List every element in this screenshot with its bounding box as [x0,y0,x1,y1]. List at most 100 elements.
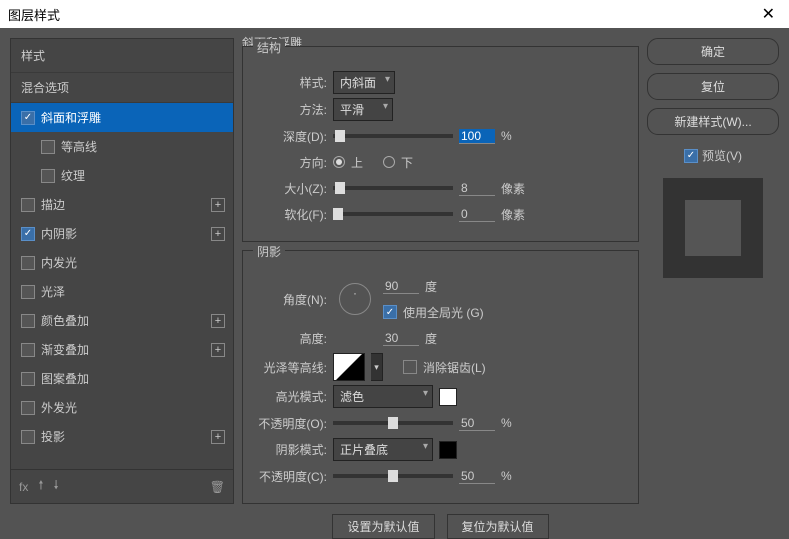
shadow-opacity-input[interactable]: 50 [459,469,495,484]
size-input[interactable]: 8 [459,181,495,196]
shadow-color-swatch[interactable] [439,441,457,459]
slider-thumb-icon[interactable] [335,130,345,142]
checkbox-icon[interactable] [21,198,35,212]
style-outer-glow[interactable]: 外发光 [11,393,233,422]
style-contour[interactable]: 等高线 [11,132,233,161]
main-panel: 斜面和浮雕 结构 样式: 内斜面 方法: 平滑 深度(D): 100 % [242,38,779,504]
styles-sidebar: 样式 混合选项 ✓ 斜面和浮雕 等高线 纹理 描边 + ✓ 内阴影 + 内发光 [10,38,234,504]
checkbox-icon[interactable] [21,430,35,444]
make-default-button[interactable]: 设置为默认值 [332,514,434,539]
content: 样式 混合选项 ✓ 斜面和浮雕 等高线 纹理 描边 + ✓ 内阴影 + 内发光 [0,28,789,514]
style-dropdown[interactable]: 内斜面 [333,71,395,94]
add-effect-icon[interactable]: + [211,314,225,328]
checkbox-icon[interactable] [41,140,55,154]
move-down-icon[interactable]: 🠗 [54,476,59,497]
degree-unit: 度 [425,330,455,347]
fx-menu-icon[interactable]: fx [19,480,28,494]
style-label: 斜面和浮雕 [41,109,101,126]
checkbox-icon[interactable] [21,256,35,270]
shadow-mode-label: 阴影模式: [255,441,327,458]
gloss-contour-label: 光泽等高线: [255,359,327,376]
add-effect-icon[interactable]: + [211,343,225,357]
move-up-icon[interactable]: 🠕 [38,476,43,497]
style-inner-shadow[interactable]: ✓ 内阴影 + [11,219,233,248]
style-gradient-overlay[interactable]: 渐变叠加 + [11,335,233,364]
direction-label: 方向: [255,154,327,171]
style-label: 颜色叠加 [41,312,89,329]
checkbox-icon[interactable] [21,401,35,415]
sidebar-footer: fx 🠕 🠗 🗑 [11,469,233,503]
preview-checkbox[interactable]: ✓ [684,149,698,163]
preview-swatch [685,200,741,256]
direction-up-radio[interactable] [333,156,345,168]
style-drop-shadow[interactable]: 投影 + [11,422,233,451]
style-stroke[interactable]: 描边 + [11,190,233,219]
depth-slider[interactable] [333,134,453,138]
add-effect-icon[interactable]: + [211,227,225,241]
highlight-color-swatch[interactable] [439,388,457,406]
slider-thumb-icon[interactable] [335,182,345,194]
highlight-opacity-input[interactable]: 50 [459,416,495,431]
technique-dropdown[interactable]: 平滑 [333,98,393,121]
structure-group: 结构 样式: 内斜面 方法: 平滑 深度(D): 100 % 方向: [242,46,639,242]
style-inner-glow[interactable]: 内发光 [11,248,233,277]
checkbox-icon[interactable] [41,169,55,183]
style-label: 光泽 [41,283,65,300]
angle-input[interactable]: 90 [383,279,419,294]
style-satin[interactable]: 光泽 [11,277,233,306]
checkbox-icon[interactable]: ✓ [21,111,35,125]
style-label: 渐变叠加 [41,341,89,358]
style-label: 描边 [41,196,65,213]
soften-input[interactable]: 0 [459,207,495,222]
add-effect-icon[interactable]: + [211,430,225,444]
percent-unit: % [501,416,531,430]
altitude-input[interactable]: 30 [383,331,419,346]
title-bar: 图层样式 ✕ [0,0,789,28]
highlight-opacity-slider[interactable] [333,421,453,425]
direction-down-radio[interactable] [383,156,395,168]
antialias-checkbox[interactable] [403,360,417,374]
checkbox-icon[interactable] [21,314,35,328]
trash-icon[interactable]: 🗑 [210,480,225,494]
structure-label: 结构 [253,39,285,56]
right-column: 确定 复位 新建样式(W)... ✓ 预览(V) [647,38,779,504]
soften-slider[interactable] [333,212,453,216]
depth-input[interactable]: 100 [459,129,495,144]
ok-button[interactable]: 确定 [647,38,779,65]
slider-thumb-icon[interactable] [333,208,343,220]
add-effect-icon[interactable]: + [211,198,225,212]
percent-unit: % [501,469,531,483]
blend-options[interactable]: 混合选项 [11,73,233,103]
shadow-opacity-slider[interactable] [333,474,453,478]
cancel-button[interactable]: 复位 [647,73,779,100]
px-unit: 像素 [501,180,531,197]
degree-unit: 度 [425,278,455,295]
angle-dial[interactable] [339,283,371,315]
highlight-mode-dropdown[interactable]: 滤色 [333,385,433,408]
style-label: 等高线 [61,138,97,155]
style-bevel-emboss[interactable]: ✓ 斜面和浮雕 [11,103,233,132]
checkbox-icon[interactable] [21,343,35,357]
close-icon[interactable]: ✕ [756,4,781,24]
gloss-contour-picker[interactable] [333,353,365,381]
gloss-contour-dropdown[interactable]: ▾ [371,353,383,381]
checkbox-icon[interactable]: ✓ [21,227,35,241]
checkbox-icon[interactable] [21,285,35,299]
slider-thumb-icon[interactable] [388,417,398,429]
global-light-checkbox[interactable]: ✓ [383,305,397,319]
checkbox-icon[interactable] [21,372,35,386]
style-label: 内发光 [41,254,77,271]
size-slider[interactable] [333,186,453,190]
style-label: 外发光 [41,399,77,416]
slider-thumb-icon[interactable] [388,470,398,482]
reset-default-button[interactable]: 复位为默认值 [447,514,549,539]
highlight-opacity-label: 不透明度(O): [255,415,327,432]
new-style-button[interactable]: 新建样式(W)... [647,108,779,135]
preview-toggle[interactable]: ✓ 预览(V) [647,147,779,164]
direction-down-label: 下 [401,154,413,171]
style-color-overlay[interactable]: 颜色叠加 + [11,306,233,335]
percent-unit: % [501,129,531,143]
shadow-mode-dropdown[interactable]: 正片叠底 [333,438,433,461]
style-texture[interactable]: 纹理 [11,161,233,190]
style-pattern-overlay[interactable]: 图案叠加 [11,364,233,393]
